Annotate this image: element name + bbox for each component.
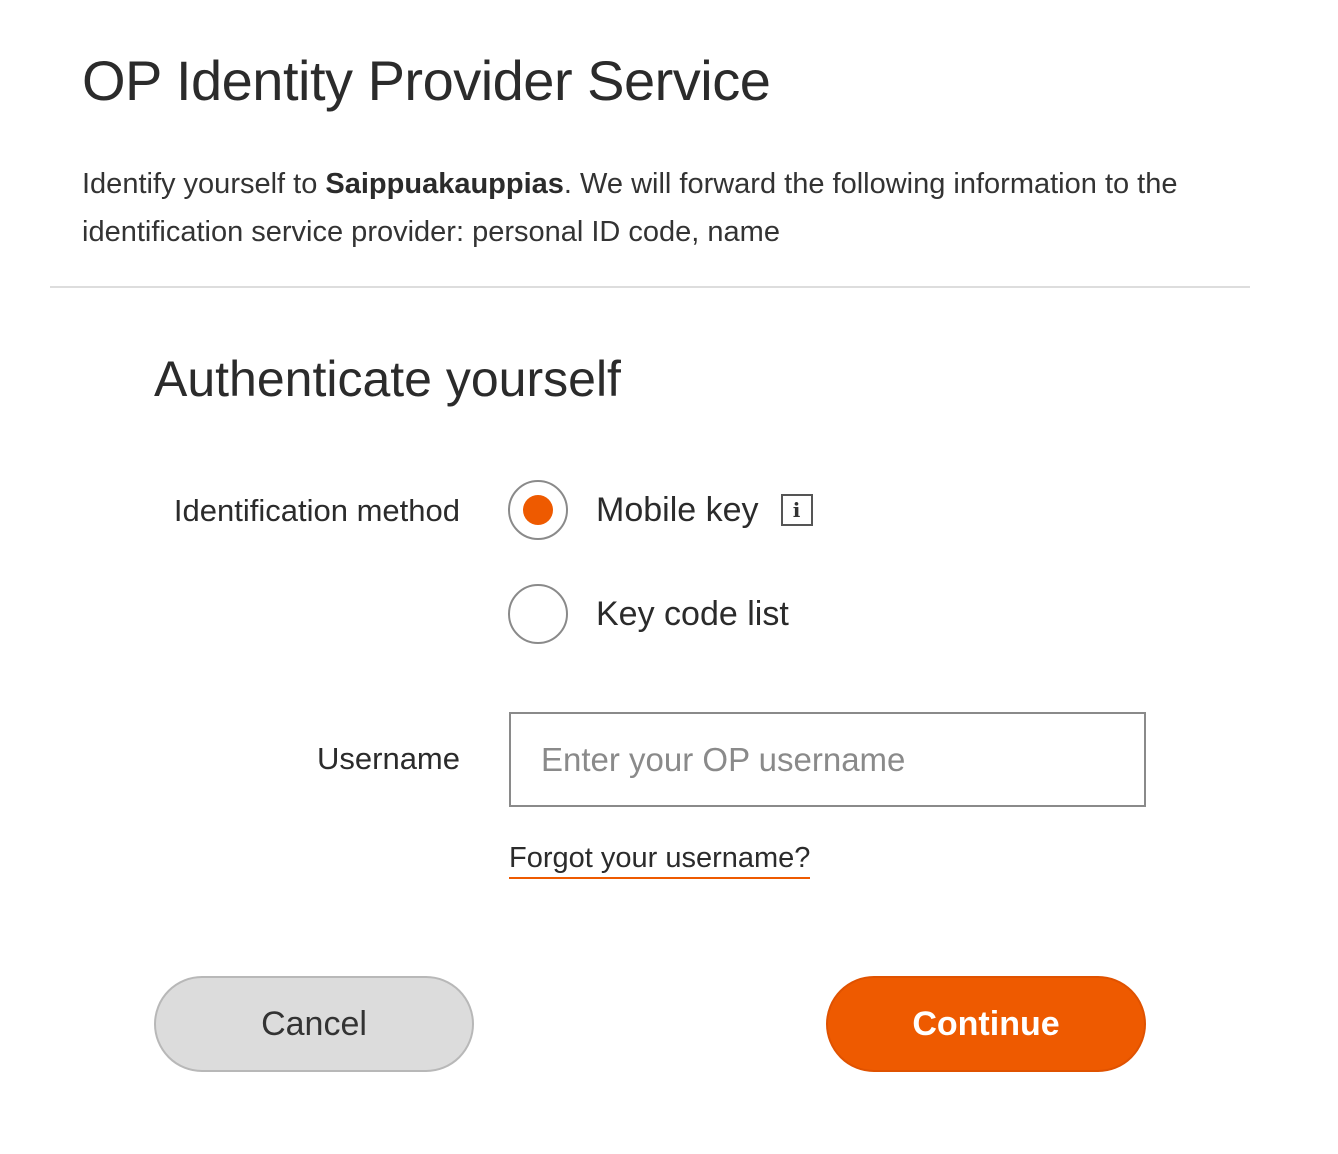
key-code-list-label[interactable]: Key code list [596,595,789,634]
info-icon[interactable]: i [780,494,813,526]
intro-prefix: Identify yourself to [82,168,326,200]
radio-option-mobile-key[interactable]: Mobile key i [508,480,813,540]
header-divider [50,286,1250,288]
username-label: Username [317,741,460,776]
key-code-list-radio[interactable] [508,584,568,644]
intro-text: Identify yourself to Saippuakauppias. We… [82,160,1262,256]
radio-option-key-code-list[interactable]: Key code list [508,584,789,644]
radio-selected-dot [523,495,553,525]
page-title: OP Identity Provider Service [82,49,771,112]
username-input[interactable] [509,712,1146,807]
service-provider-name: Saippuakauppias [325,168,564,200]
mobile-key-label[interactable]: Mobile key [596,491,759,530]
cancel-button[interactable]: Cancel [154,976,474,1072]
forgot-username-link[interactable]: Forgot your username? [509,842,811,879]
identity-provider-page: OP Identity Provider Service Identify yo… [0,0,1338,1154]
mobile-key-radio[interactable] [508,480,568,540]
continue-button[interactable]: Continue [826,976,1146,1072]
auth-title: Authenticate yourself [154,351,621,407]
identification-method-label: Identification method [173,493,460,528]
